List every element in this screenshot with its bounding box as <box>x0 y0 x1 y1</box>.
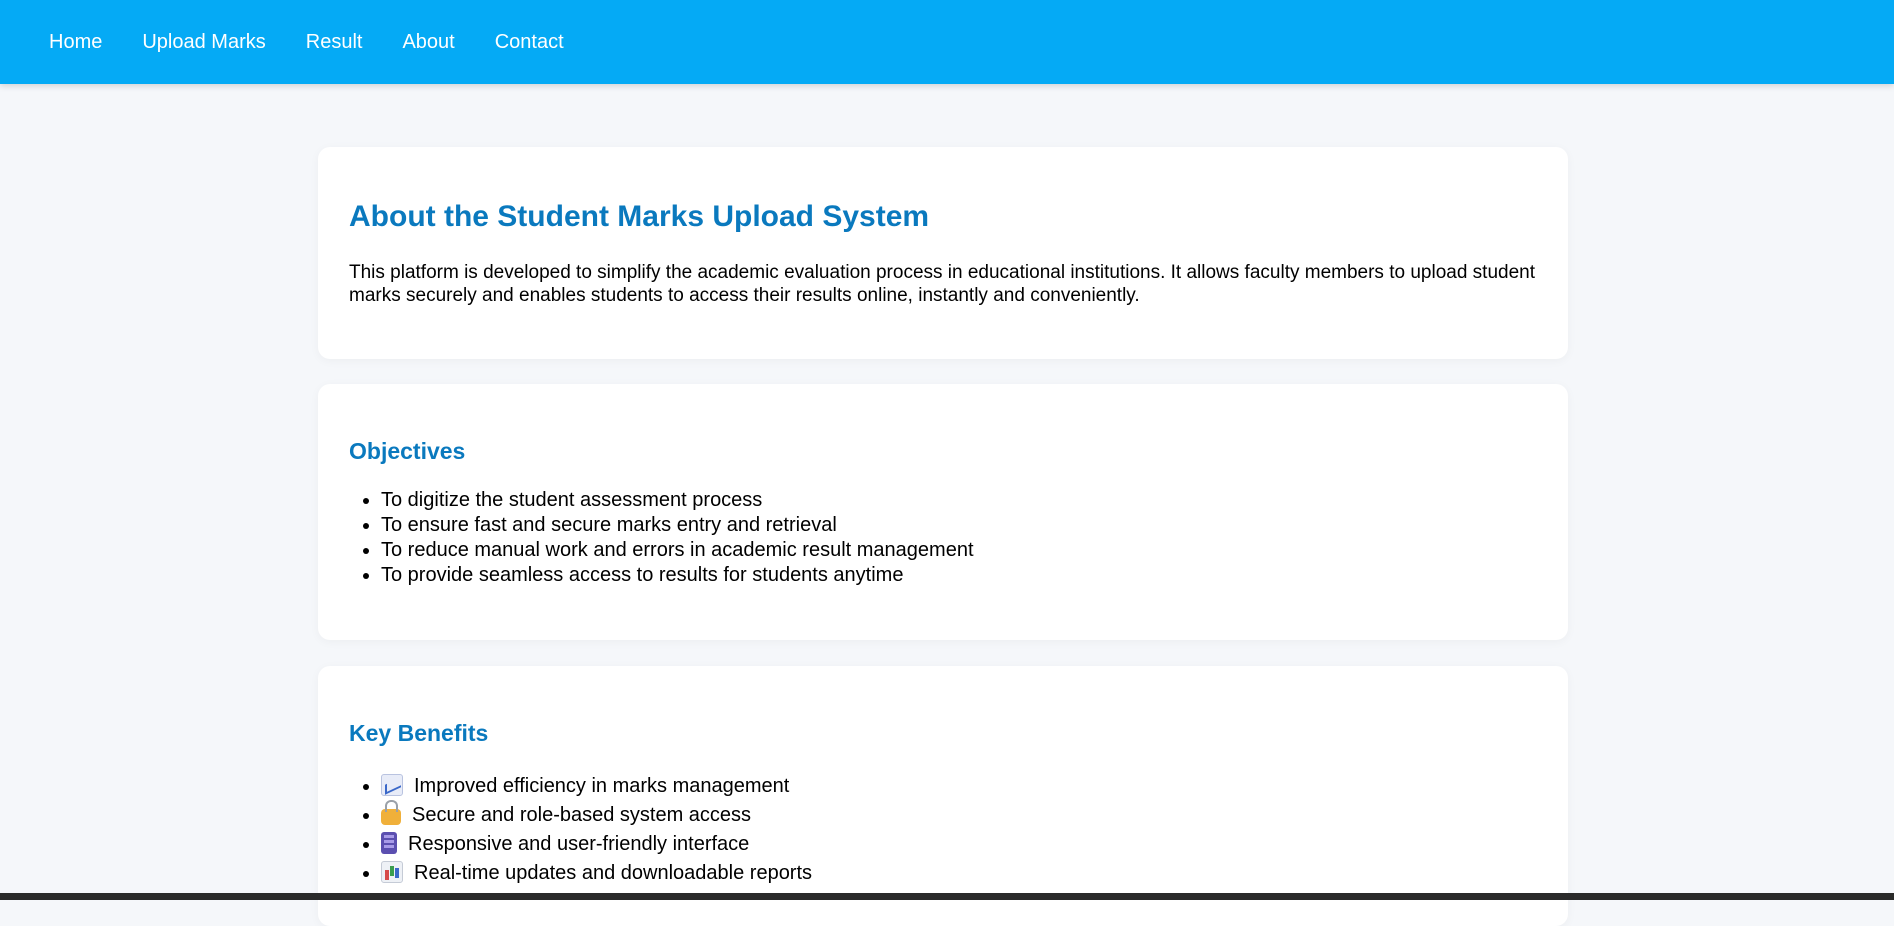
objective-item: To ensure fast and secure marks entry an… <box>381 513 974 538</box>
key-benefits-title: Key Benefits <box>349 720 489 746</box>
lock-icon <box>381 800 401 825</box>
benefit-item: Real-time updates and downloadable repor… <box>381 859 812 888</box>
about-title: About the Student Marks Upload System <box>349 200 930 233</box>
benefit-text: Responsive and user-friendly interface <box>408 833 750 855</box>
bar-chart-icon <box>381 861 403 883</box>
benefit-text: Real-time updates and downloadable repor… <box>414 862 813 884</box>
objectives-card: Objectives To digitize the student asses… <box>318 384 1568 640</box>
benefit-item: Secure and role-based system access <box>381 800 812 830</box>
nav-result-link[interactable]: Result <box>306 31 363 54</box>
objective-item: To provide seamless access to results fo… <box>381 563 974 588</box>
nav-about-link[interactable]: About <box>402 31 454 54</box>
benefit-item: Improved efficiency in marks management <box>381 772 812 801</box>
benefit-text: Improved efficiency in marks management <box>414 775 790 797</box>
chart-increasing-icon <box>381 774 403 796</box>
benefit-text: Secure and role-based system access <box>412 804 752 826</box>
benefits-list: Improved efficiency in marks management … <box>381 772 812 888</box>
about-card: About the Student Marks Upload System Th… <box>318 147 1568 359</box>
nav-upload-marks-link[interactable]: Upload Marks <box>142 31 265 54</box>
mobile-phone-icon <box>381 832 397 854</box>
objective-item: To reduce manual work and errors in acad… <box>381 538 974 563</box>
benefit-item: Responsive and user-friendly interface <box>381 830 812 859</box>
objectives-list: To digitize the student assessment proce… <box>381 488 974 588</box>
about-description: This platform is developed to simplify t… <box>349 262 1535 306</box>
objectives-title: Objectives <box>349 438 466 464</box>
nav-home-link[interactable]: Home <box>49 31 102 54</box>
window-bottom-edge <box>0 893 1894 900</box>
objective-item: To digitize the student assessment proce… <box>381 488 974 513</box>
key-benefits-card: Key Benefits Improved efficiency in mark… <box>318 666 1568 926</box>
top-navbar: Home Upload Marks Result About Contact <box>0 0 1894 84</box>
nav-contact-link[interactable]: Contact <box>495 31 564 54</box>
